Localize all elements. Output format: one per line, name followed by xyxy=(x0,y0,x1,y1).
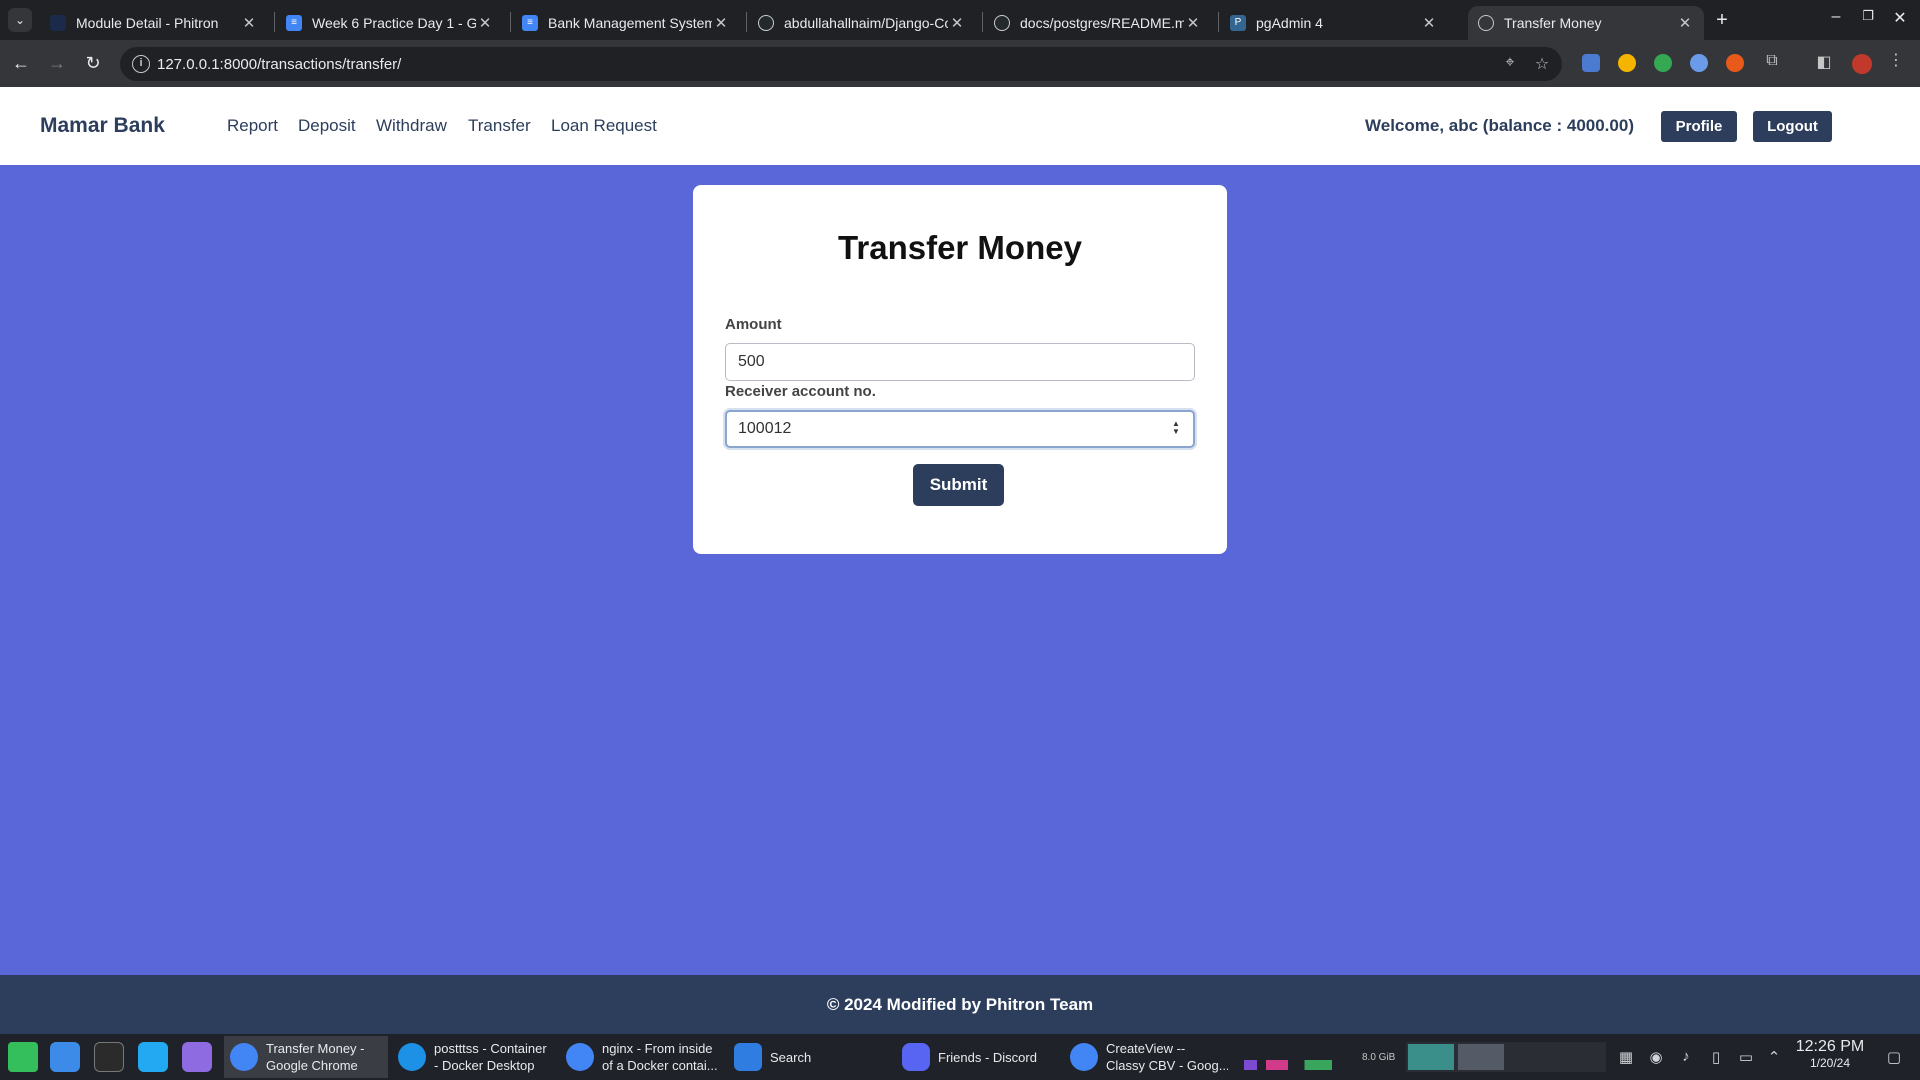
tab-github-django[interactable]: abdullahallnaim/Django-Co ✕ xyxy=(748,6,976,40)
close-icon[interactable]: ✕ xyxy=(476,14,494,32)
site-footer: © 2024 Modified by Phitron Team xyxy=(0,975,1920,1034)
system-clock[interactable]: 12:26 PM 1/20/24 xyxy=(1790,1038,1870,1070)
search-app-icon xyxy=(734,1043,762,1071)
nav-report[interactable]: Report xyxy=(227,116,278,136)
close-icon[interactable]: ✕ xyxy=(1420,14,1438,32)
tab-transfer-money[interactable]: Transfer Money ✕ xyxy=(1468,6,1704,40)
github-icon xyxy=(758,15,774,31)
site-info-icon[interactable]: i xyxy=(132,55,150,73)
tab-pgadmin[interactable]: P pgAdmin 4 ✕ xyxy=(1220,6,1448,40)
tab-bank-management[interactable]: ≡ Bank Management System ✕ xyxy=(512,6,740,40)
file-manager-icon[interactable] xyxy=(50,1042,80,1072)
cpu-graph-widget xyxy=(1244,1060,1354,1070)
nav-withdraw[interactable]: Withdraw xyxy=(376,116,447,136)
vscode-icon[interactable] xyxy=(138,1042,168,1072)
site-navbar: Mamar Bank Report Deposit Withdraw Trans… xyxy=(0,87,1920,165)
chrome-icon xyxy=(1070,1043,1098,1071)
os-taskbar: Transfer Money - Google Chrome postttss -… xyxy=(0,1034,1920,1080)
network-icon[interactable]: ▭ xyxy=(1736,1048,1756,1066)
new-tab-icon[interactable]: + xyxy=(1710,8,1734,32)
start-menu-icon[interactable] xyxy=(8,1042,38,1072)
chrome-icon xyxy=(566,1043,594,1071)
globe-icon xyxy=(1478,15,1494,31)
welcome-balance: Welcome, abc (balance : 4000.00) xyxy=(1365,116,1634,135)
extension-icon[interactable] xyxy=(1690,54,1708,72)
address-bar[interactable]: i 127.0.0.1:8000/transactions/transfer/ … xyxy=(120,47,1562,81)
amount-label: Amount xyxy=(725,316,782,333)
extension-icon[interactable] xyxy=(1726,54,1744,72)
pgadmin-icon: P xyxy=(1230,15,1246,31)
transfer-card: Transfer Money Amount 500 Receiver accou… xyxy=(693,185,1227,554)
taskbar-chrome-nginx[interactable]: nginx - From inside of a Docker contai... xyxy=(560,1036,724,1078)
extension-icon[interactable] xyxy=(1654,54,1672,72)
google-docs-icon: ≡ xyxy=(522,15,538,31)
close-icon[interactable]: ✕ xyxy=(1184,14,1202,32)
url-text[interactable]: 127.0.0.1:8000/transactions/transfer/ xyxy=(157,56,401,73)
number-spinner-icon[interactable]: ▲ ▼ xyxy=(1171,420,1181,438)
page-title: Transfer Money xyxy=(838,229,1082,266)
tab-github-postgres[interactable]: docs/postgres/README.md ✕ xyxy=(984,6,1212,40)
taskbar-chrome-createview[interactable]: CreateView -- Classy CBV - Goog... xyxy=(1064,1036,1228,1078)
profile-button[interactable]: Profile xyxy=(1661,111,1737,142)
footer-copyright: © 2024 Modified by Phitron Team xyxy=(826,995,1094,1014)
minimize-icon[interactable]: – xyxy=(1824,8,1848,26)
profile-avatar-icon[interactable] xyxy=(1852,54,1872,74)
close-icon[interactable]: ✕ xyxy=(240,14,258,32)
tab-module-detail[interactable]: Module Detail - Phitron ✕ xyxy=(40,6,268,40)
nav-transfer[interactable]: Transfer xyxy=(468,116,531,136)
close-icon[interactable]: ✕ xyxy=(712,14,730,32)
obsidian-icon[interactable] xyxy=(182,1042,212,1072)
chevron-up-icon[interactable]: ⌃ xyxy=(1764,1048,1784,1066)
phitron-favicon xyxy=(50,15,66,31)
browser-tab-strip: ⌄ Module Detail - Phitron ✕ ≡ Week 6 Pra… xyxy=(0,0,1920,40)
volume-icon[interactable]: ♪ xyxy=(1676,1048,1696,1065)
window-close-icon[interactable]: ✕ xyxy=(1888,8,1912,28)
browser-toolbar: ← → ↻ i 127.0.0.1:8000/transactions/tran… xyxy=(0,40,1920,87)
nav-deposit[interactable]: Deposit xyxy=(298,116,356,136)
bookmark-star-icon[interactable]: ☆ xyxy=(1532,54,1552,74)
docker-tray-icon[interactable]: ▦ xyxy=(1616,1048,1636,1066)
taskbar-docker-desktop[interactable]: postttss - Container - Docker Desktop xyxy=(392,1036,556,1078)
docker-icon xyxy=(398,1043,426,1071)
tab-search-icon[interactable]: ⌄ xyxy=(8,8,32,32)
memory-usage: 8.0 GiB xyxy=(1362,1052,1396,1063)
forward-icon[interactable]: → xyxy=(44,50,70,76)
taskbar-discord[interactable]: Friends - Discord xyxy=(896,1036,1060,1078)
extensions-puzzle-icon[interactable]: ⧉ xyxy=(1762,52,1782,70)
google-docs-icon: ≡ xyxy=(286,15,302,31)
taskbar-chrome-transfer[interactable]: Transfer Money - Google Chrome xyxy=(224,1036,388,1078)
menu-kebab-icon[interactable]: ⋮ xyxy=(1886,50,1906,70)
logout-button[interactable]: Logout xyxy=(1753,111,1832,142)
battery-icon[interactable]: ▯ xyxy=(1706,1048,1726,1066)
terminal-icon[interactable] xyxy=(94,1042,124,1072)
restore-icon[interactable]: ❐ xyxy=(1856,8,1880,24)
location-pin-icon[interactable]: ⌖ xyxy=(1500,54,1520,72)
github-icon xyxy=(994,15,1010,31)
chrome-icon xyxy=(230,1043,258,1071)
nav-loan-request[interactable]: Loan Request xyxy=(551,116,657,136)
discord-tray-icon[interactable]: ◉ xyxy=(1646,1048,1666,1066)
workspace-switcher[interactable] xyxy=(1406,1042,1606,1072)
close-icon[interactable]: ✕ xyxy=(948,14,966,32)
discord-icon xyxy=(902,1043,930,1071)
reload-icon[interactable]: ↻ xyxy=(80,50,106,76)
receiver-account-input[interactable]: 100012 ▲ ▼ xyxy=(725,410,1195,448)
submit-button[interactable]: Submit xyxy=(913,464,1004,506)
receiver-label: Receiver account no. xyxy=(725,383,876,400)
tab-week6-practice[interactable]: ≡ Week 6 Practice Day 1 - Goo ✕ xyxy=(276,6,504,40)
back-icon[interactable]: ← xyxy=(8,50,34,76)
brand-logo[interactable]: Mamar Bank xyxy=(40,114,165,138)
close-icon[interactable]: ✕ xyxy=(1676,14,1694,32)
side-panel-icon[interactable]: ◧ xyxy=(1814,52,1834,72)
receiver-account-value: 100012 xyxy=(738,420,792,437)
taskbar-search[interactable]: Search xyxy=(728,1036,892,1078)
translate-extension-icon[interactable] xyxy=(1582,54,1600,72)
amount-input[interactable]: 500 xyxy=(725,343,1195,381)
show-desktop-icon[interactable]: ▢ xyxy=(1884,1048,1904,1066)
extension-icon[interactable] xyxy=(1618,54,1636,72)
